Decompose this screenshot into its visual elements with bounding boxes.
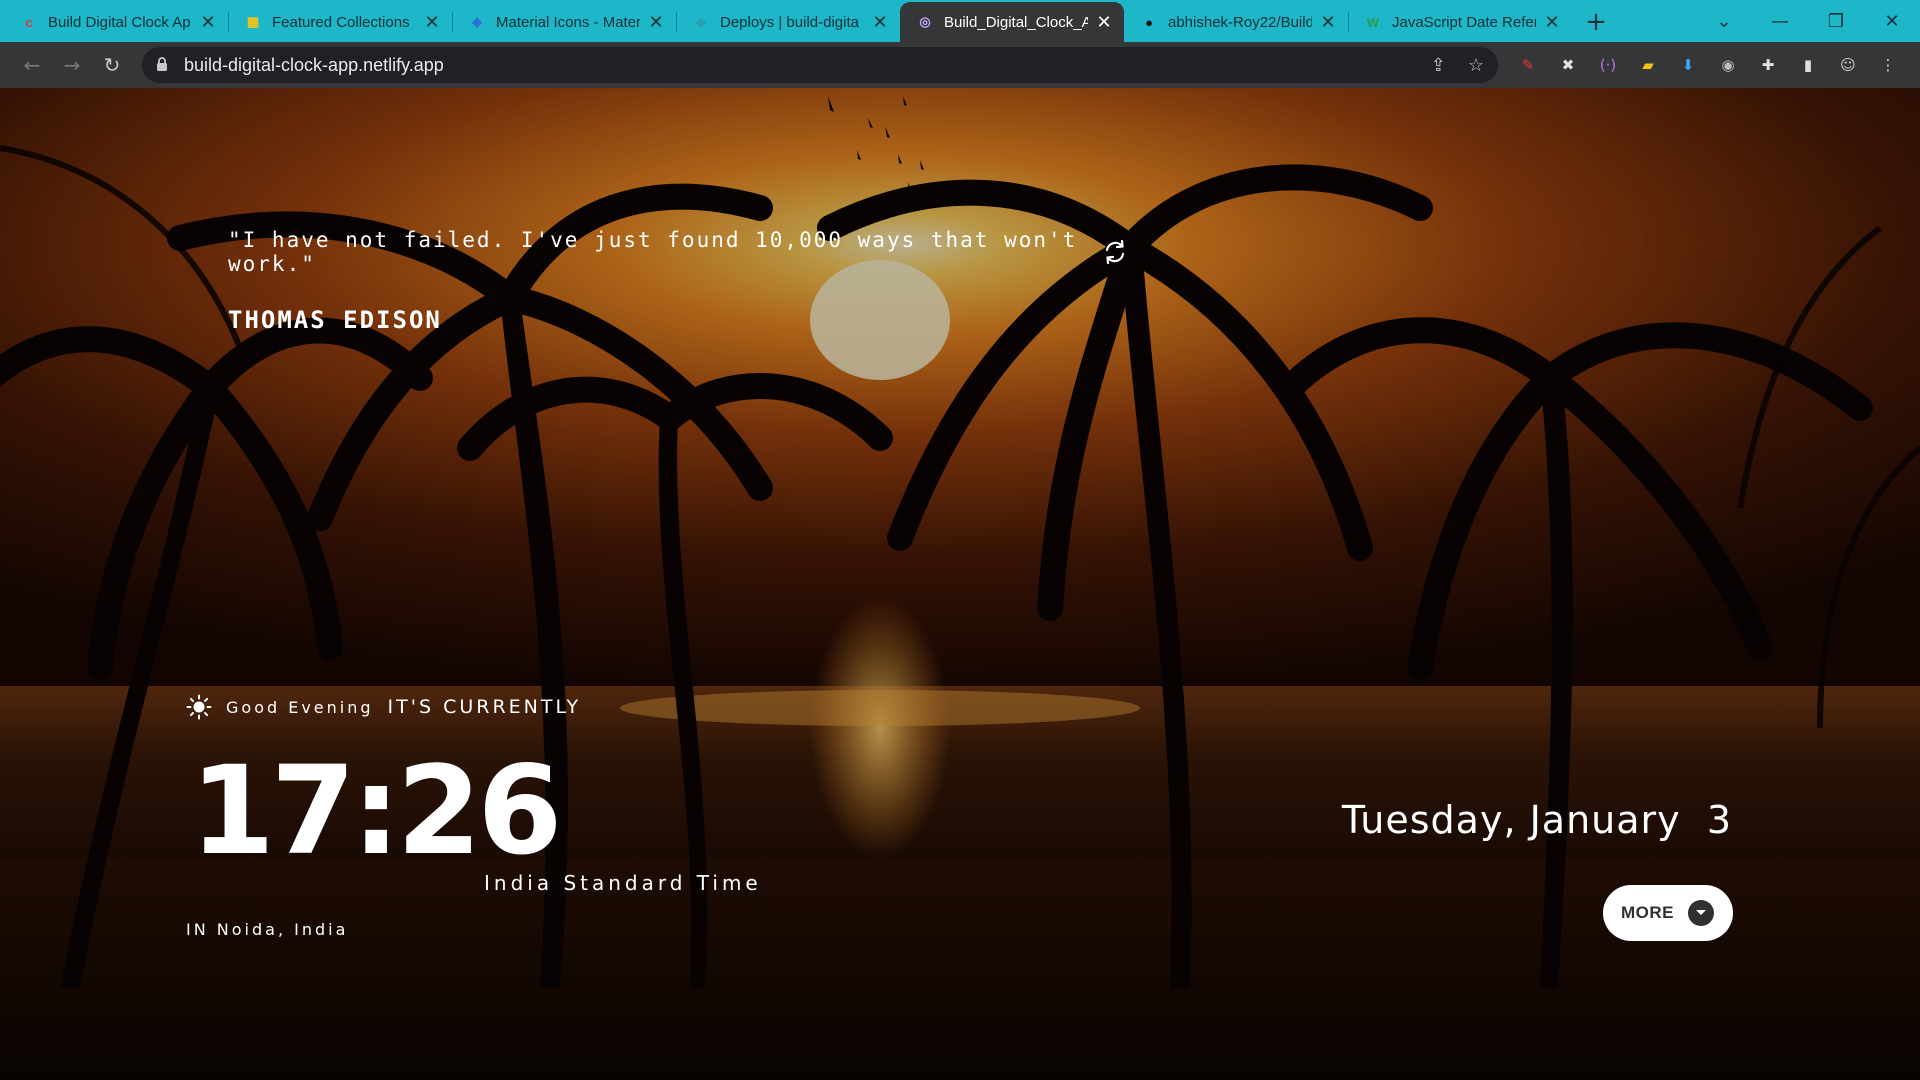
refresh-quote-icon[interactable] [1102, 238, 1128, 266]
forward-button[interactable]: → [52, 47, 92, 83]
extensions-area: ✎ ✖ (·) ▰ ⬇ ◉ ✚ ▮ ☺ ⋮ [1508, 47, 1908, 83]
x-extension-icon[interactable]: ✖ [1548, 47, 1588, 83]
browser-tab[interactable]: W JavaScript Date Refere ✕ [1348, 2, 1572, 42]
location-label: IN Noida, India [186, 920, 349, 939]
new-tab-button[interactable]: + [1576, 2, 1616, 42]
chevron-down-icon [1688, 900, 1714, 926]
date-label: Tuesday, January 3 [1341, 798, 1732, 842]
bookmark-star-icon[interactable]: ☆ [1468, 55, 1484, 76]
tab-title: Deploys | build-digita [720, 13, 859, 31]
minimize-button[interactable]: — [1752, 11, 1808, 32]
address-bar[interactable]: build-digital-clock-app.netlify.app ⇪ ☆ [142, 47, 1498, 83]
tab-title: abhishek-Roy22/Build [1168, 13, 1312, 31]
page-viewport: "I have not failed. I've just found 10,0… [0, 88, 1920, 1080]
tab-search-dropdown-icon[interactable]: ⌄ [1696, 11, 1752, 32]
browser-tab[interactable]: ◎ Build_Digital_Clock_Ap ✕ [900, 2, 1124, 42]
tab-close-icon[interactable]: ✕ [422, 12, 442, 33]
tab-favicon-icon: ▦ [246, 14, 260, 29]
bracket-extension-icon[interactable]: (·) [1588, 47, 1628, 83]
sun-icon [186, 694, 212, 720]
tab-close-icon[interactable]: ✕ [870, 12, 890, 33]
tab-list: c Build Digital Clock Ap ✕ ▦ Featured Collec… [4, 2, 1572, 42]
tab-favicon-icon: c [25, 14, 33, 30]
tab-title: Material Icons - Mater [496, 13, 640, 31]
lock-icon[interactable] [156, 55, 170, 76]
profile-avatar-icon[interactable]: ☺ [1828, 47, 1868, 83]
window-controls: ⌄ — ❐ ✕ [1696, 0, 1920, 42]
tab-favicon-icon: ◎ [919, 14, 931, 29]
tab-favicon-icon: ◆ [696, 14, 706, 29]
sidepanel-icon[interactable]: ▮ [1788, 47, 1828, 83]
quote-text: "I have not failed. I've just found 10,0… [228, 228, 1078, 276]
tab-title: JavaScript Date Refere [1392, 13, 1536, 31]
tab-strip: c Build Digital Clock Ap ✕ ▦ Featured Collec… [0, 0, 1920, 42]
pen-extension-icon[interactable]: ✎ [1508, 47, 1548, 83]
tab-close-icon[interactable]: ✕ [1094, 12, 1114, 33]
tab-title: Build_Digital_Clock_Ap [944, 13, 1088, 31]
tab-close-icon[interactable]: ✕ [198, 12, 218, 33]
browser-tab[interactable]: ◆ Deploys | build-digita ✕ [676, 2, 900, 42]
download-extension-icon[interactable]: ⬇ [1668, 47, 1708, 83]
greeting-text: Good Evening [226, 697, 374, 717]
back-button[interactable]: ← [12, 47, 52, 83]
quote-section: "I have not failed. I've just found 10,0… [228, 228, 1128, 334]
tab-favicon-icon: W [1366, 14, 1380, 30]
menu-kebab-icon[interactable]: ⋮ [1868, 47, 1908, 83]
greeting-row: Good Evening IT'S CURRENTLY [186, 694, 581, 720]
browser-tab[interactable]: ◈ Material Icons - Mater ✕ [452, 2, 676, 42]
restore-button[interactable]: ❐ [1808, 11, 1864, 32]
reload-button[interactable]: ↻ [92, 47, 132, 83]
currently-label: IT'S CURRENTLY [387, 696, 582, 718]
timezone-label: India Standard Time [484, 871, 762, 895]
tab-favicon-icon: ● [1145, 14, 1153, 30]
tab-title: Featured Collections [272, 13, 410, 31]
url-text[interactable]: build-digital-clock-app.netlify.app [184, 55, 1409, 76]
clock-time: 17:26 [190, 740, 562, 882]
browser-tab[interactable]: ● abhishek-Roy22/Build ✕ [1124, 2, 1348, 42]
more-button[interactable]: MORE [1603, 885, 1733, 941]
close-window-button[interactable]: ✕ [1864, 11, 1920, 32]
browser-tab[interactable]: ▦ Featured Collections ✕ [228, 2, 452, 42]
more-button-label: MORE [1621, 903, 1674, 922]
browser-toolbar: ← → ↻ build-digital-clock-app.netlify.ap… [0, 42, 1920, 88]
tab-close-icon[interactable]: ✕ [1542, 12, 1562, 33]
puzzle-extension-icon[interactable]: ✚ [1748, 47, 1788, 83]
quote-author: THOMAS EDISON [228, 306, 442, 334]
tab-favicon-icon: ◈ [472, 14, 482, 29]
share-icon[interactable]: ⇪ [1431, 55, 1446, 76]
folder-extension-icon[interactable]: ▰ [1628, 47, 1668, 83]
tab-close-icon[interactable]: ✕ [646, 12, 666, 33]
camera-extension-icon[interactable]: ◉ [1708, 47, 1748, 83]
tab-title: Build Digital Clock Ap [48, 13, 191, 31]
tab-close-icon[interactable]: ✕ [1318, 12, 1338, 33]
browser-tab[interactable]: c Build Digital Clock Ap ✕ [4, 2, 228, 42]
